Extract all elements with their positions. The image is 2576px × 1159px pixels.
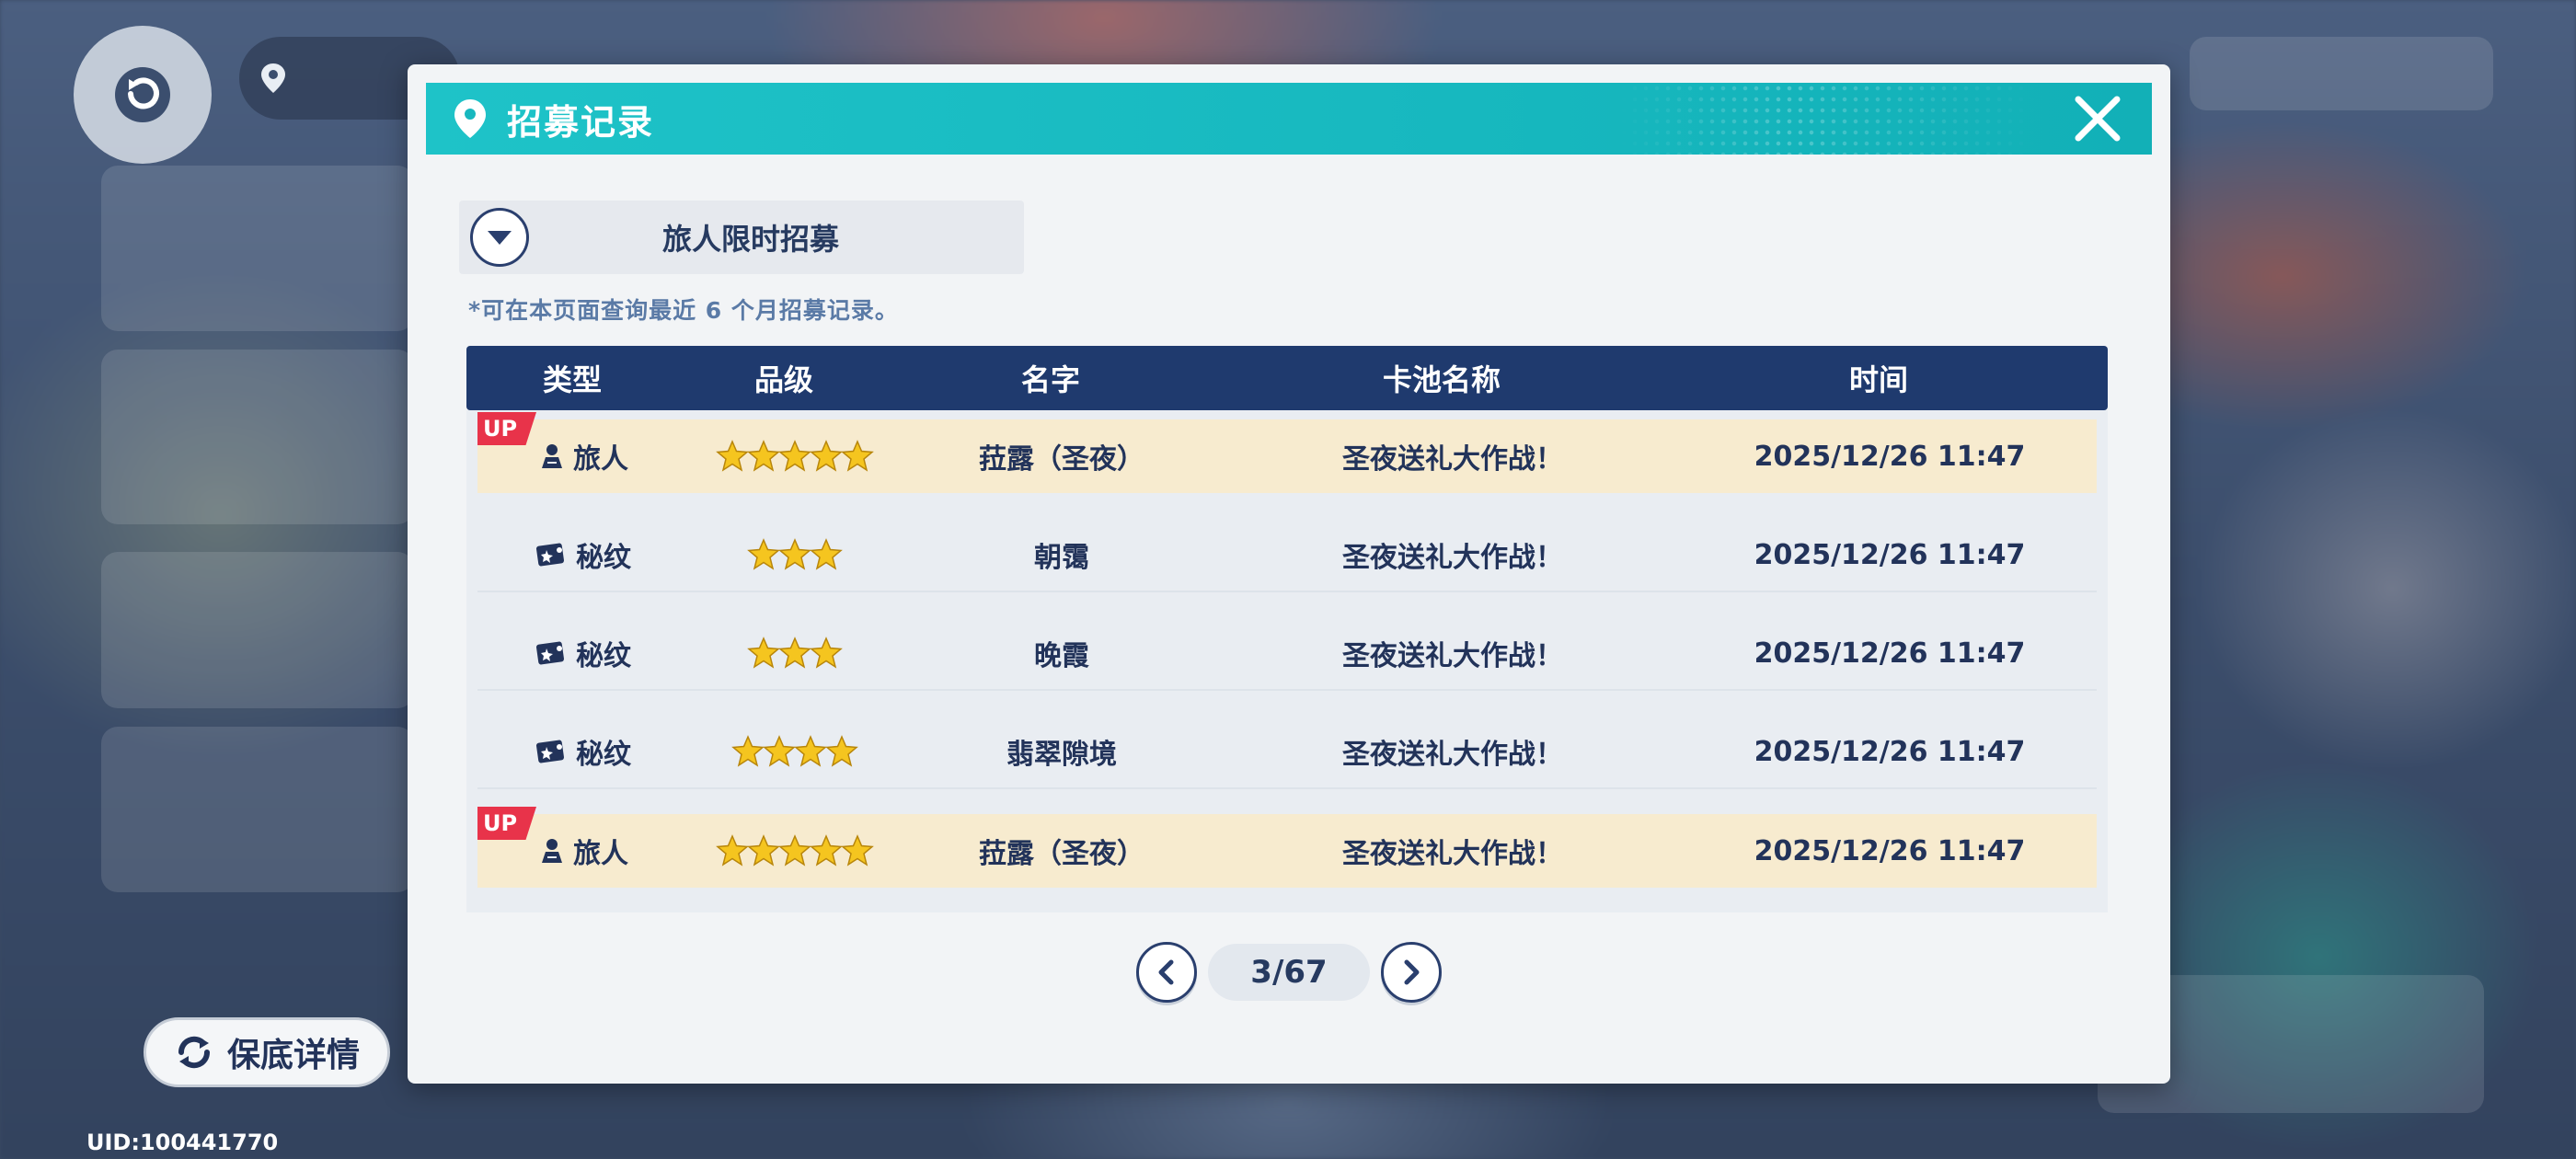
cell-pool: 圣夜送礼大作战！ <box>1342 542 1563 574</box>
star-icon <box>810 834 843 866</box>
pool-dropdown[interactable]: 旅人限时招募 <box>459 201 1024 274</box>
pity-details-label: 保底详情 <box>226 1037 360 1074</box>
user-id: UID:100441770 <box>86 1130 279 1155</box>
page-indicator: 3/67 <box>1208 944 1370 1001</box>
cell-type-label: 旅人 <box>573 443 628 476</box>
star-icon <box>841 834 874 866</box>
rune-icon <box>535 543 565 567</box>
rune-icon <box>535 641 565 665</box>
cell-type: 秘纹 <box>477 633 689 673</box>
pity-details-button[interactable]: 保底详情 <box>144 1017 390 1087</box>
cell-type-label: 旅人 <box>573 838 628 870</box>
background-card <box>101 166 414 331</box>
cell-name: 翡翠隙境 <box>1006 739 1117 771</box>
cell-time: 2025/12/26 11:47 <box>1754 637 2026 670</box>
modal-header: 招募记录 <box>426 83 2152 155</box>
star-rating <box>716 834 874 867</box>
cell-name: 菈露（圣夜） <box>979 838 1144 870</box>
star-icon <box>841 440 874 472</box>
star-icon <box>778 440 811 472</box>
cell-time: 2025/12/26 11:47 <box>1754 440 2026 473</box>
cell-pool: 圣夜送礼大作战！ <box>1342 739 1563 771</box>
prev-page-button[interactable] <box>1136 942 1197 1003</box>
pool-dropdown-label: 旅人限时招募 <box>661 222 839 257</box>
location-pin-icon <box>261 63 285 93</box>
background-card <box>101 727 414 892</box>
star-icon <box>778 834 811 866</box>
cell-rank <box>689 538 901 571</box>
cell-type: 秘纹 <box>477 731 689 772</box>
record-table: 类型 品级 名字 卡池名称 时间 UP 旅人 菈露（圣夜） 圣夜送礼大作战！ 2025/… <box>466 346 2108 912</box>
star-icon <box>716 440 749 472</box>
star-icon <box>825 735 858 767</box>
next-page-button[interactable] <box>1381 942 1442 1003</box>
rune-icon <box>535 740 565 763</box>
header-time: 时间 <box>1848 362 1908 397</box>
back-arrow-icon <box>115 67 170 122</box>
cell-time: 2025/12/26 11:47 <box>1754 735 2026 768</box>
star-icon <box>810 440 843 472</box>
close-icon <box>2075 96 2121 142</box>
refresh-icon <box>178 1036 210 1069</box>
table-header: 类型 品级 名字 卡池名称 时间 <box>466 346 2108 410</box>
star-icon <box>810 637 843 669</box>
header-rank: 品级 <box>753 362 813 397</box>
table-row: UP 旅人 菈露（圣夜） 圣夜送礼大作战！ 2025/12/26 11:47 <box>477 807 2097 888</box>
cell-rank <box>689 735 901 768</box>
cell-type: 秘纹 <box>477 534 689 575</box>
star-icon <box>747 440 780 472</box>
background-card <box>101 350 414 524</box>
pager: 3/67 <box>408 940 2170 1004</box>
star-icon <box>747 538 780 570</box>
record-period-notice: *可在本页面查询最近 6 个月招募记录。 <box>468 297 899 324</box>
header-pool: 卡池名称 <box>1382 362 1501 397</box>
table-row: 秘纹 晚霞 圣夜送礼大作战！ 2025/12/26 11:47 <box>477 617 2097 691</box>
star-icon <box>763 735 796 767</box>
cell-pool: 圣夜送礼大作战！ <box>1342 640 1563 672</box>
star-icon <box>778 538 811 570</box>
star-icon <box>731 735 765 767</box>
star-icon <box>716 834 749 866</box>
chevron-left-icon <box>1158 959 1174 985</box>
cell-name: 朝霭 <box>1034 542 1089 574</box>
location-pin-icon <box>454 99 486 138</box>
star-rating <box>747 637 843 670</box>
cell-name: 菈露（圣夜） <box>979 443 1144 476</box>
back-button[interactable] <box>74 26 212 164</box>
modal-title: 招募记录 <box>507 101 655 143</box>
recruit-record-modal: 招募记录 旅人限时招募 *可在本页面查询最近 6 个月招募记录。 类型 品级 名… <box>408 64 2170 1084</box>
table-row: UP 旅人 菈露（圣夜） 圣夜送礼大作战！ 2025/12/26 11:47 <box>477 412 2097 493</box>
star-rating <box>716 440 874 473</box>
cell-time: 2025/12/26 11:47 <box>1754 834 2026 867</box>
cell-time: 2025/12/26 11:47 <box>1754 538 2026 571</box>
cell-type-label: 秘纹 <box>576 640 631 672</box>
cell-type-label: 秘纹 <box>576 542 631 574</box>
cell-rank <box>689 834 901 867</box>
star-icon <box>810 538 843 570</box>
background-card <box>101 552 414 708</box>
cell-rank <box>689 440 901 473</box>
cell-rank <box>689 637 901 670</box>
star-rating <box>731 735 858 768</box>
cell-name: 晚霞 <box>1034 640 1089 672</box>
cell-pool: 圣夜送礼大作战！ <box>1342 838 1563 870</box>
star-icon <box>747 834 780 866</box>
table-row: 秘纹 朝霭 圣夜送礼大作战！ 2025/12/26 11:47 <box>477 519 2097 592</box>
star-icon <box>794 735 827 767</box>
header-name: 名字 <box>1020 362 1080 397</box>
star-icon <box>778 637 811 669</box>
table-body: UP 旅人 菈露（圣夜） 圣夜送礼大作战！ 2025/12/26 11:47 秘纹 朝霭 圣夜… <box>466 410 2108 912</box>
close-button[interactable] <box>2071 92 2124 145</box>
background-card <box>2190 37 2493 110</box>
header-type: 类型 <box>542 362 602 397</box>
traveler-icon <box>542 839 562 863</box>
table-row: 秘纹 翡翠隙境 圣夜送礼大作战！ 2025/12/26 11:47 <box>477 716 2097 789</box>
star-icon <box>747 637 780 669</box>
star-rating <box>747 538 843 571</box>
traveler-icon <box>542 444 562 468</box>
cell-pool: 圣夜送礼大作战！ <box>1342 443 1563 476</box>
cell-type-label: 秘纹 <box>576 739 631 771</box>
chevron-right-icon <box>1404 959 1420 985</box>
